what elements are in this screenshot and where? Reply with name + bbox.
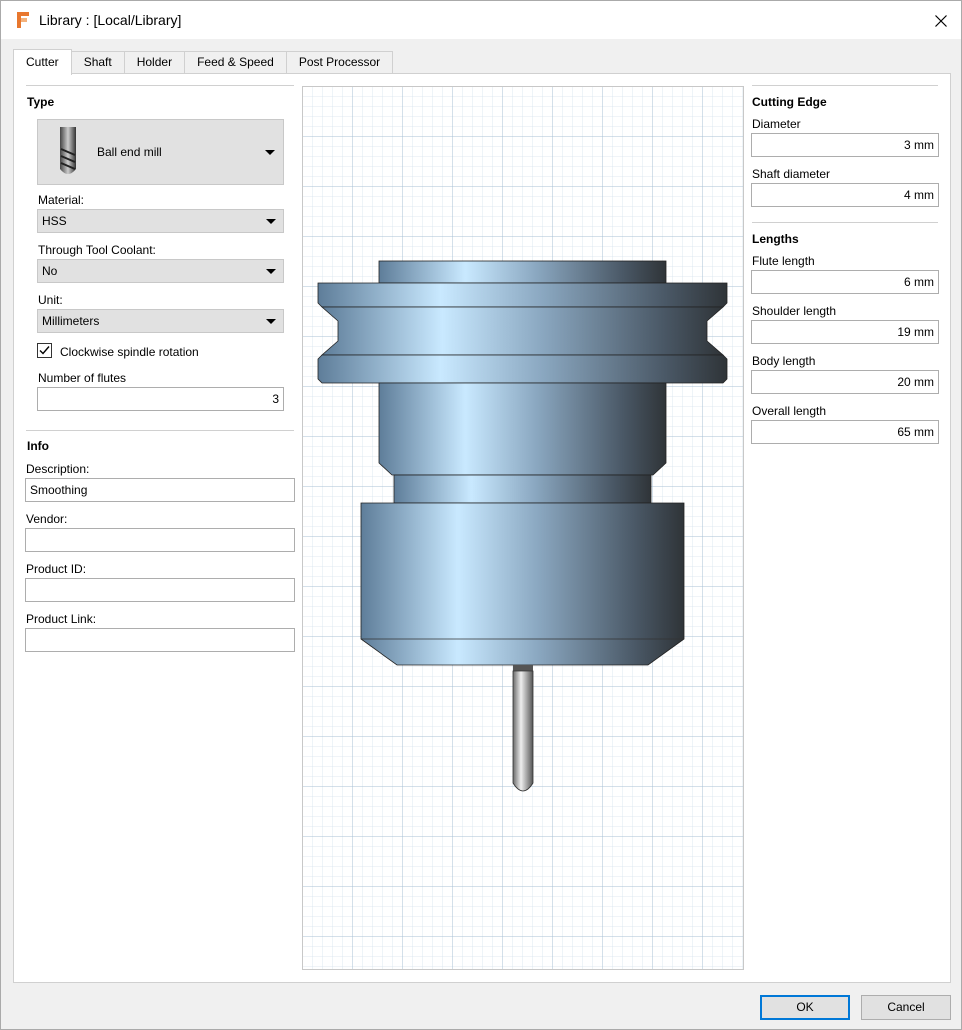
tool-preview[interactable] — [302, 86, 744, 970]
type-heading: Type — [27, 95, 55, 109]
lengths-separator — [752, 222, 938, 224]
shaft-diameter-label: Shaft diameter — [752, 167, 831, 181]
lengths-heading: Lengths — [752, 232, 799, 246]
overall-length-input[interactable]: 65 mm — [751, 420, 939, 444]
info-separator — [26, 430, 294, 432]
chevron-down-icon — [266, 319, 276, 324]
tab-cutter[interactable]: Cutter — [13, 49, 72, 75]
cutting-edge-heading: Cutting Edge — [752, 95, 827, 109]
material-value: HSS — [42, 214, 67, 228]
product-id-input[interactable] — [25, 578, 295, 602]
app-logo-icon — [17, 12, 29, 28]
chevron-down-icon — [265, 150, 275, 155]
shoulder-length-input[interactable]: 19 mm — [751, 320, 939, 344]
coolant-select[interactable]: No — [37, 259, 284, 283]
vendor-input[interactable] — [25, 528, 295, 552]
tool-type-dropdown[interactable]: Ball end mill — [37, 119, 284, 185]
cutter-panel: Type Ball end mill Material: HSS Through… — [13, 73, 951, 983]
flute-length-label: Flute length — [752, 254, 815, 268]
clockwise-checkbox[interactable] — [37, 343, 52, 358]
diameter-label: Diameter — [752, 117, 801, 131]
tool-type-value: Ball end mill — [97, 145, 162, 159]
flutes-input[interactable]: 3 — [37, 387, 284, 411]
overall-length-label: Overall length — [752, 404, 827, 418]
flute-length-input[interactable]: 6 mm — [751, 270, 939, 294]
coolant-label: Through Tool Coolant: — [38, 243, 156, 257]
shaft-diameter-input[interactable]: 4 mm — [751, 183, 939, 207]
clockwise-label: Clockwise spindle rotation — [60, 345, 199, 359]
cutting-edge-separator — [752, 85, 938, 87]
unit-value: Millimeters — [42, 314, 100, 328]
window-title: Library : [Local/Library] — [39, 12, 182, 28]
product-link-label: Product Link: — [26, 612, 97, 626]
product-id-label: Product ID: — [26, 562, 87, 576]
chevron-down-icon — [266, 269, 276, 274]
type-separator — [26, 85, 294, 87]
material-select[interactable]: HSS — [37, 209, 284, 233]
cancel-button[interactable]: Cancel — [861, 995, 951, 1020]
tab-bar: Cutter Shaft Holder Feed & Speed Post Pr… — [13, 49, 394, 75]
unit-label: Unit: — [38, 293, 63, 307]
chevron-down-icon — [266, 219, 276, 224]
description-input[interactable]: Smoothing — [25, 478, 295, 502]
shoulder-length-label: Shoulder length — [752, 304, 837, 318]
ok-button[interactable]: OK — [760, 995, 850, 1020]
tab-post-processor[interactable]: Post Processor — [286, 51, 394, 74]
tool-preview-graphic — [303, 87, 743, 969]
body-length-input[interactable]: 20 mm — [751, 370, 939, 394]
product-link-input[interactable] — [25, 628, 295, 652]
diameter-input[interactable]: 3 mm — [751, 133, 939, 157]
checkmark-icon — [39, 346, 50, 355]
vendor-label: Vendor: — [26, 512, 68, 526]
body-length-label: Body length — [752, 354, 816, 368]
tab-holder[interactable]: Holder — [124, 51, 186, 74]
close-button[interactable] — [923, 7, 959, 35]
tab-feed-speed[interactable]: Feed & Speed — [185, 51, 287, 74]
close-icon — [935, 15, 947, 27]
unit-select[interactable]: Millimeters — [37, 309, 284, 333]
info-heading: Info — [27, 439, 49, 453]
title-bar: Library : [Local/Library] — [1, 1, 961, 39]
library-dialog: Library : [Local/Library] Cutter Shaft H… — [0, 0, 962, 1030]
flutes-label: Number of flutes — [38, 371, 127, 385]
tab-shaft[interactable]: Shaft — [71, 51, 125, 74]
ball-end-mill-icon — [60, 127, 76, 174]
coolant-value: No — [42, 264, 58, 278]
description-label: Description: — [26, 462, 90, 476]
material-label: Material: — [38, 193, 85, 207]
